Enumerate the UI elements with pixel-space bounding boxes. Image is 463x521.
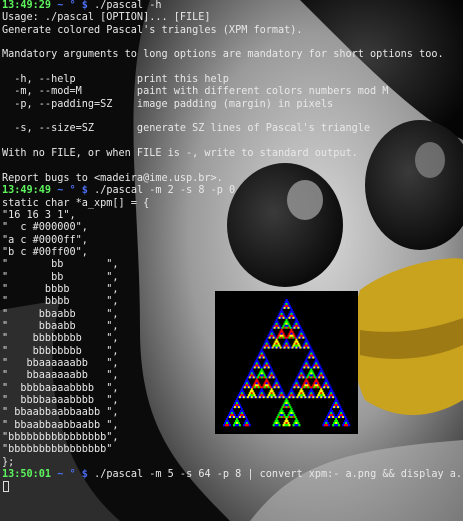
command-text: ./pascal -m 2 -s 8 -p 0: [94, 185, 236, 197]
prompt-symbol: $: [81, 469, 88, 481]
prompt-symbol: $: [81, 0, 88, 11]
output-line: -h, --help print this help: [2, 74, 229, 86]
output-line: -m, --mod=M paint with different colors …: [2, 86, 389, 98]
prompt-path: ~: [57, 0, 64, 11]
output-line: };: [2, 456, 15, 468]
prompt-time: 13:50:01: [2, 469, 52, 481]
prompt-separator: °: [69, 185, 76, 197]
prompt-separator: °: [69, 469, 76, 481]
output-line: "b c #00ff00",: [2, 246, 88, 258]
output-line: -p, --padding=SZ image padding (margin) …: [2, 98, 334, 110]
output-line: Generate colored Pascal's triangles (XPM…: [2, 24, 303, 36]
output-line: Report bugs to <madeira@ime.usp.br>.: [2, 172, 223, 184]
output-line: "a c #0000ff",: [2, 234, 88, 246]
output-line: With no FILE, or when FILE is -, write t…: [2, 148, 358, 160]
image-display-window[interactable]: [215, 291, 358, 434]
prompt-separator: °: [69, 0, 76, 11]
prompt-path: ~: [57, 469, 64, 481]
terminal-output[interactable]: 13:49:29 ~ ° $ ./pascal -h Usage: ./pasca…: [2, 0, 463, 521]
prompt-symbol: $: [81, 185, 88, 197]
cursor-line: [2, 481, 463, 493]
output-line: " c #000000",: [2, 222, 88, 234]
output-line: static char *a_xpm[] = {: [2, 197, 150, 209]
prompt-path: ~: [57, 185, 64, 197]
output-line: "16 16 3 1",: [2, 209, 76, 221]
output-line: "bbbbbbbbbbbbbbbb": [2, 444, 113, 456]
output-line: Usage: ./pascal [OPTION]... [FILE]: [2, 12, 211, 24]
prompt-time: 13:49:49: [2, 185, 52, 197]
prompt-line: 13:49:49 ~ ° $ ./pascal -m 2 -s 8 -p 0: [2, 185, 463, 197]
command-text: ./pascal -h: [94, 0, 162, 11]
command-text: ./pascal -m 5 -s 64 -p 8 | convert xpm:-…: [94, 469, 463, 481]
prompt-time: 13:49:29: [2, 0, 52, 11]
prompt-line: 13:49:29 ~ ° $ ./pascal -h: [2, 0, 463, 12]
output-line: " bb ",: [2, 259, 119, 271]
output-line: " bb ",: [2, 271, 119, 283]
output-line: Mandatory arguments to long options are …: [2, 49, 444, 61]
text-cursor: [3, 481, 9, 493]
prompt-line: 13:50:01 ~ ° $ ./pascal -m 5 -s 64 -p 8 …: [2, 469, 463, 481]
sierpinski-pascal-triangle-image: [223, 299, 351, 427]
output-line: -s, --size=SZ generate SZ lines of Pasca…: [2, 123, 371, 135]
